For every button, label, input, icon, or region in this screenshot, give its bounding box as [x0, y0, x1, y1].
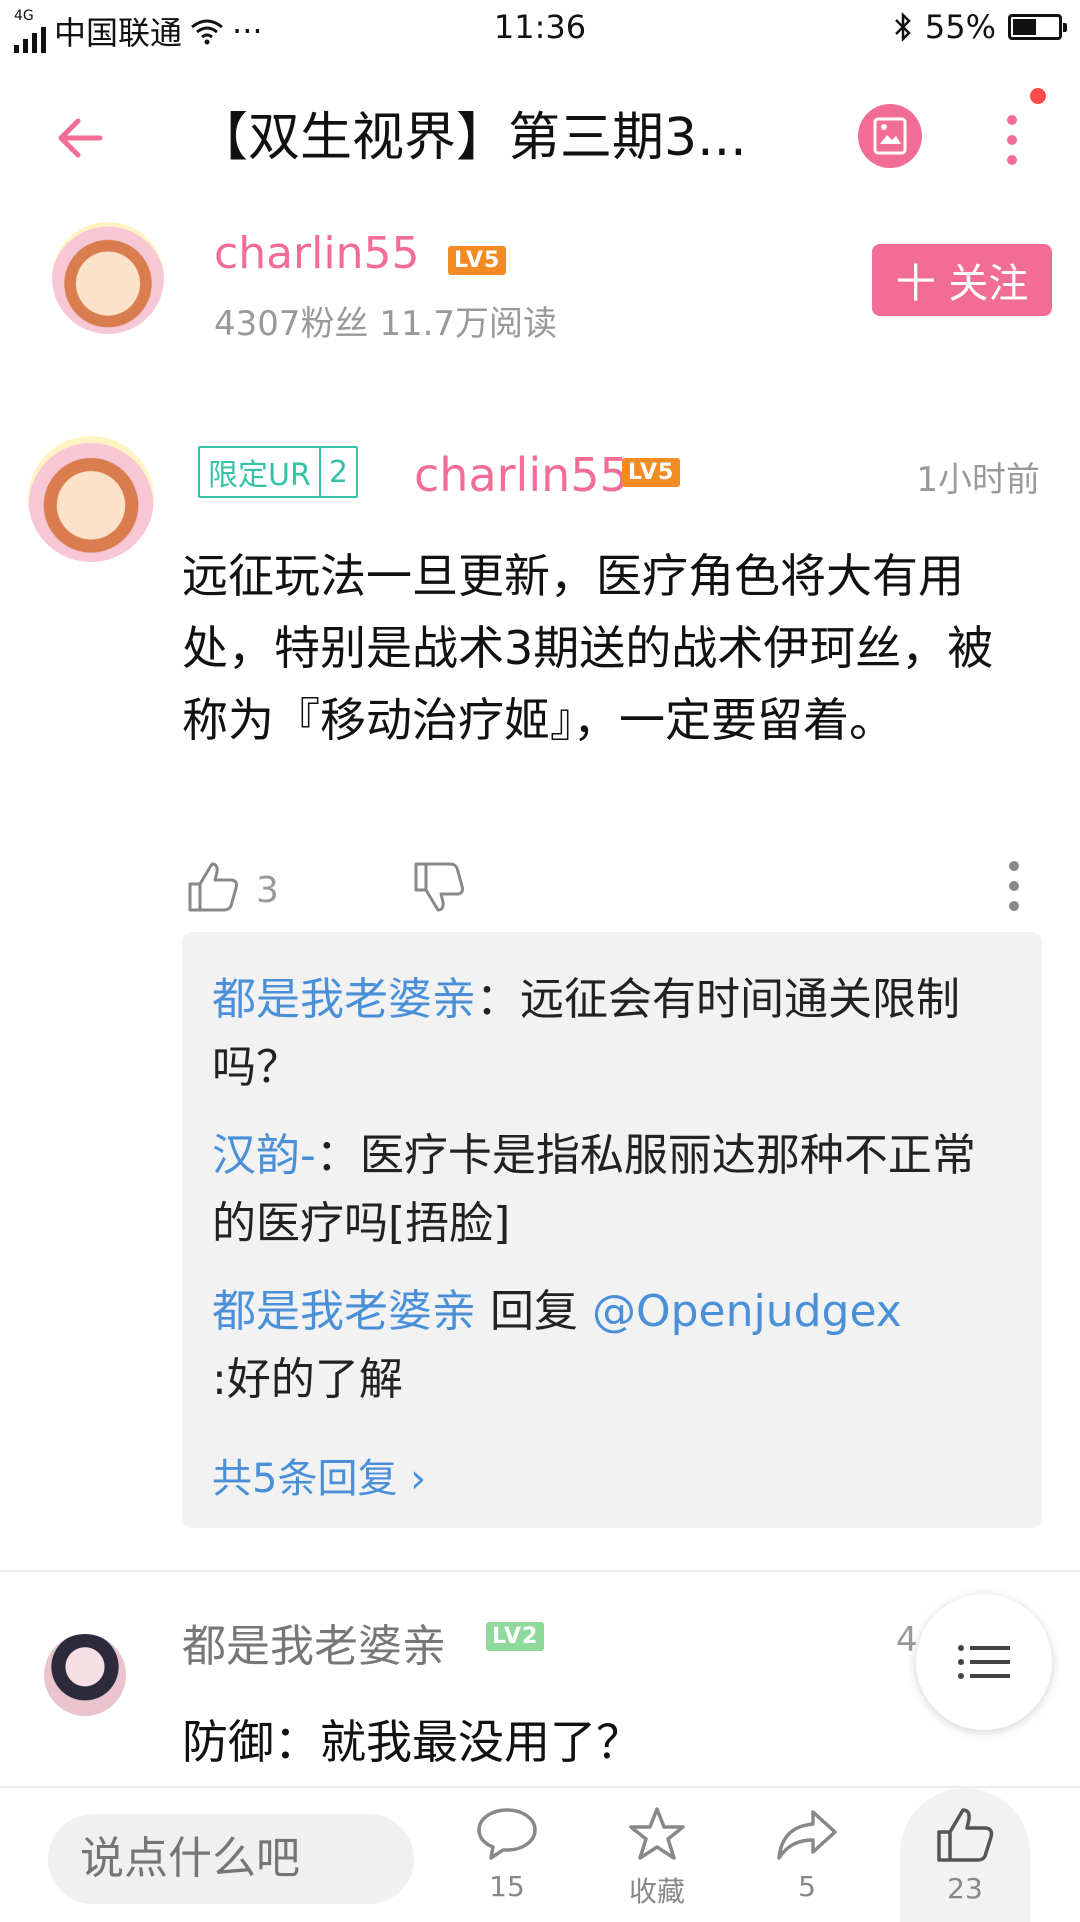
bottom-bar: 15 收藏 5 23 — [0, 1786, 1080, 1922]
reply-mention[interactable]: @Openjudgex — [592, 1286, 902, 1337]
comment-bubble-icon — [477, 1808, 537, 1860]
reply-box: 都是我老婆亲：远征会有时间通关限制吗？ 汉韵-：医疗卡是指私服丽达那种不正常的医… — [182, 932, 1042, 1528]
comments-count: 15 — [489, 1870, 525, 1903]
ur-badge-count: 2 — [318, 448, 356, 496]
divider — [0, 1570, 1080, 1572]
bluetooth-icon — [894, 12, 911, 42]
author-level-badge: LV5 — [448, 246, 507, 275]
ur-badge-label: 限定UR — [208, 458, 311, 493]
battery-percent: 55% — [924, 8, 996, 46]
author-name[interactable]: charlin55 — [214, 228, 419, 279]
thumbs-down-icon[interactable] — [410, 858, 468, 916]
comment-author-name[interactable]: charlin55 — [414, 448, 629, 502]
favorite-button[interactable]: 收藏 — [602, 1806, 712, 1910]
reply-item[interactable]: 汉韵-：医疗卡是指私服丽达那种不正常的医疗吗[捂脸] — [212, 1122, 1012, 1258]
list-icon — [958, 1645, 1010, 1679]
status-right-group: 55% — [893, 8, 1067, 46]
star-icon — [629, 1807, 685, 1860]
shares-count: 5 — [798, 1870, 816, 1903]
ur-badge: 限定UR 2 — [198, 446, 358, 498]
comment-more-icon[interactable] — [1006, 858, 1022, 914]
view-all-replies-link[interactable]: 共5条回复 › — [212, 1446, 426, 1504]
comment-level-badge: LV5 — [622, 458, 681, 487]
reply-item[interactable]: 都是我老婆亲：远征会有时间通关限制吗？ — [212, 966, 1012, 1102]
like-button[interactable]: 23 — [900, 1788, 1030, 1922]
author-stats: 4307粉丝 11.7万阅读 — [214, 304, 558, 344]
status-bar: 4G 中国联通 ··· 11:36 55% — [0, 0, 1080, 58]
thumbs-up-icon[interactable] — [184, 858, 242, 916]
reply-item[interactable]: 都是我老婆亲 回复 @Openjudgex :好的了解 — [212, 1278, 1012, 1414]
follow-button[interactable]: 十 关注 — [872, 244, 1052, 316]
comment-input[interactable] — [48, 1814, 414, 1904]
reply-connector: 回复 — [476, 1286, 592, 1337]
reply-text: ：医疗卡是指私服丽达那种不正常的医疗吗[捂脸] — [212, 1130, 976, 1249]
likes-count: 23 — [947, 1872, 983, 1905]
vertical-dots-icon[interactable] — [1000, 110, 1024, 170]
author-avatar[interactable] — [52, 222, 164, 334]
comments-button[interactable]: 15 — [452, 1806, 562, 1903]
comment-level-badge: LV2 — [486, 1622, 545, 1651]
comment-avatar[interactable] — [28, 436, 154, 562]
back-arrow-icon[interactable] — [52, 108, 112, 168]
comment-author-name[interactable]: 都是我老婆亲 — [182, 1610, 446, 1674]
page-title: 【双生视界】第三期3... — [196, 108, 747, 168]
share-arrow-icon — [777, 1810, 837, 1860]
reply-author[interactable]: 都是我老婆亲 — [212, 974, 476, 1025]
like-count: 3 — [256, 870, 279, 911]
favorite-label: 收藏 — [628, 1875, 685, 1908]
notification-dot — [1030, 88, 1046, 104]
picture-button[interactable] — [858, 104, 922, 168]
comment-text: 远征玩法一旦更新，医疗角色将大有用处，特别是战术3期送的战术伊珂丝，被称为『移动… — [182, 549, 994, 747]
thumbs-up-icon — [937, 1808, 994, 1862]
reply-author[interactable]: 汉韵- — [212, 1130, 316, 1181]
comment-time: 1小时前 — [916, 460, 1040, 500]
comment-avatar[interactable] — [44, 1634, 126, 1716]
reply-text: :好的了解 — [212, 1354, 403, 1405]
share-button[interactable]: 5 — [752, 1806, 862, 1903]
picture-icon — [873, 117, 907, 155]
battery-icon — [1008, 14, 1067, 40]
comment-text: 防御：就我最没用了？ — [182, 1715, 642, 1769]
menu-fab[interactable] — [916, 1594, 1052, 1730]
reply-author[interactable]: 都是我老婆亲 — [212, 1286, 476, 1337]
